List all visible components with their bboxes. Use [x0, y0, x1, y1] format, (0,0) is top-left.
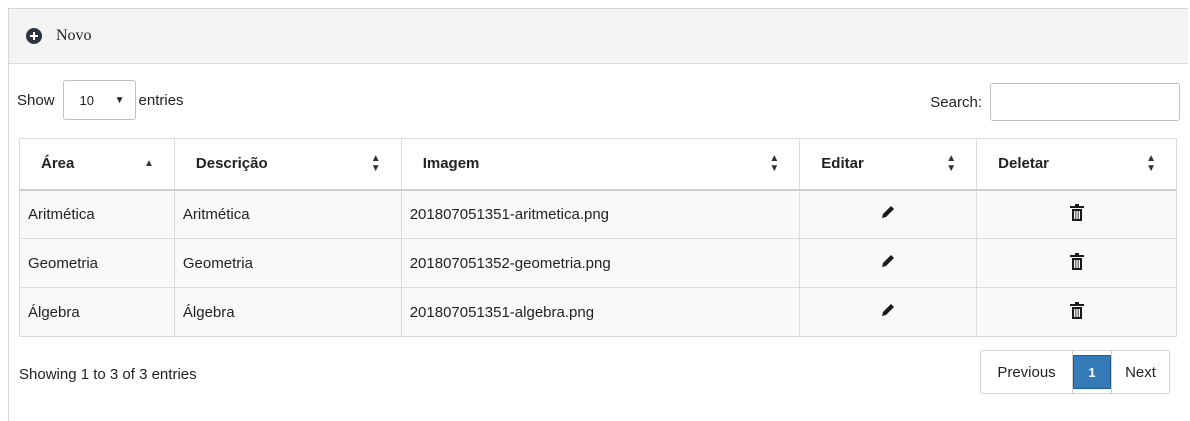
next-button[interactable]: Next	[1111, 351, 1169, 393]
column-header-label: Deletar	[998, 155, 1049, 173]
entries-label: entries	[138, 91, 184, 109]
trash-icon[interactable]	[1069, 252, 1084, 270]
cell-descricao: Geometria	[173, 238, 402, 288]
column-header-label: Imagem	[422, 155, 480, 173]
table-row: Geometria Geometria 201807051352-geometr…	[19, 238, 1177, 288]
pencil-icon[interactable]	[880, 253, 896, 269]
sort-icon: ▲ ▼	[1146, 152, 1156, 174]
search-input[interactable]	[990, 83, 1180, 121]
column-header-label: Editar	[821, 155, 864, 173]
page-1-button[interactable]: 1	[1073, 355, 1111, 389]
column-header-deletar[interactable]: Deletar ▲ ▼	[976, 138, 1177, 191]
cell-imagem: 201807051352-geometria.png	[400, 238, 801, 288]
cell-imagem: 201807051351-aritmetica.png	[400, 189, 801, 239]
cell-imagem: 201807051351-algebra.png	[400, 287, 801, 337]
cell-area: Geometria	[19, 238, 175, 288]
entries-select[interactable]: 10 ▼	[62, 80, 136, 120]
sort-asc-icon: ▲	[143, 157, 154, 169]
sort-icon: ▲ ▼	[370, 152, 381, 174]
search-control: Search:	[930, 83, 1180, 121]
table-header-row: Área ▲ Descrição ▲ ▼ Imagem ▲ ▼ Editar ▲ ▼ Dele…	[19, 138, 1177, 191]
cell-deletar	[976, 287, 1177, 337]
trash-icon[interactable]	[1069, 301, 1084, 319]
column-header-imagem[interactable]: Imagem ▲ ▼	[400, 138, 801, 191]
sort-icon: ▲ ▼	[769, 152, 780, 174]
cell-area: Álgebra	[19, 287, 175, 337]
chevron-down-icon: ▼	[114, 94, 125, 106]
cell-deletar	[976, 238, 1177, 288]
pagination: Previous 1 Next	[980, 350, 1170, 394]
panel-header: Novo	[9, 9, 1188, 64]
column-header-area[interactable]: Área ▲	[19, 138, 175, 191]
cell-editar	[799, 287, 978, 337]
cell-descricao: Álgebra	[173, 287, 402, 337]
entries-length-control: Show 10 ▼ entries	[17, 80, 184, 120]
column-header-editar[interactable]: Editar ▲ ▼	[799, 138, 978, 191]
column-header-label: Área	[41, 155, 75, 173]
cell-editar	[799, 189, 978, 239]
cell-editar	[799, 238, 978, 288]
sort-icon: ▲ ▼	[946, 152, 957, 174]
table-row: Álgebra Álgebra 201807051351-algebra.png	[19, 287, 1177, 337]
column-header-label: Descrição	[195, 155, 268, 173]
show-label: Show	[17, 91, 55, 109]
new-button[interactable]: Novo	[56, 27, 92, 45]
table-info: Showing 1 to 3 of 3 entries	[19, 366, 197, 383]
trash-icon[interactable]	[1069, 203, 1084, 221]
search-label: Search:	[930, 93, 982, 111]
entries-select-value: 10	[79, 92, 94, 108]
previous-button[interactable]: Previous	[981, 351, 1073, 393]
pencil-icon[interactable]	[880, 204, 896, 220]
pencil-icon[interactable]	[880, 302, 896, 318]
table-row: Aritmética Aritmética 201807051351-aritm…	[19, 189, 1177, 239]
plus-circle-icon[interactable]	[26, 28, 42, 44]
cell-descricao: Aritmética	[173, 189, 402, 239]
cell-deletar	[976, 189, 1177, 239]
data-table: Área ▲ Descrição ▲ ▼ Imagem ▲ ▼ Editar ▲ ▼ Dele…	[19, 138, 1177, 337]
column-header-descricao[interactable]: Descrição ▲ ▼	[173, 138, 402, 191]
cell-area: Aritmética	[19, 189, 175, 239]
